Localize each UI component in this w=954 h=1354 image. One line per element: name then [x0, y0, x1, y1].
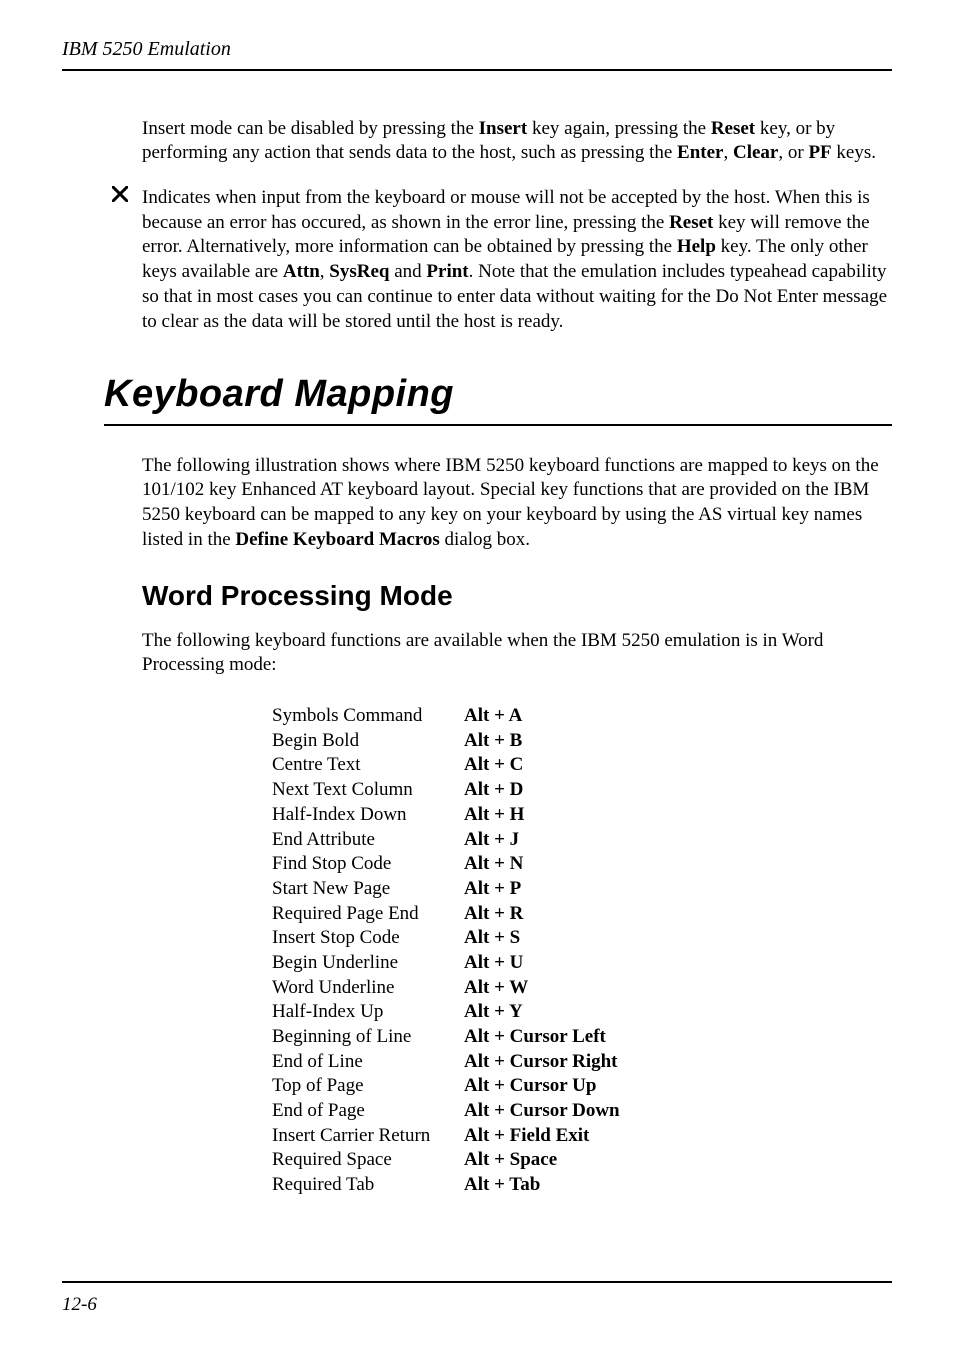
kbd-function-label: Required Space [272, 1148, 464, 1173]
kbd-function-label: End of Page [272, 1099, 464, 1124]
kbd-function-label: Symbols Command [272, 704, 464, 729]
kbd-row: Insert Stop CodeAlt + S [272, 926, 892, 951]
kbd-function-label: Required Tab [272, 1173, 464, 1198]
kbd-function-label: Begin Underline [272, 951, 464, 976]
footer-rule [62, 1281, 892, 1283]
kbd-key-combo: Alt + P [464, 877, 521, 902]
kbd-key-combo: Alt + Y [464, 1000, 523, 1025]
kbd-function-label: Half-Index Up [272, 1000, 464, 1025]
running-header-title: IBM 5250 Emulation [62, 38, 231, 60]
kbd-key-combo: Alt + Cursor Up [464, 1074, 596, 1099]
text: keys. [832, 142, 876, 163]
kbd-row: Word UnderlineAlt + W [272, 976, 892, 1001]
kbd-row: Beginning of LineAlt + Cursor Left [272, 1025, 892, 1050]
kbd-function-label: Find Stop Code [272, 852, 464, 877]
kbd-key-combo: Alt + Cursor Down [464, 1099, 620, 1124]
kbd-key-combo: Alt + Space [464, 1148, 557, 1173]
kbd-row: Centre TextAlt + C [272, 753, 892, 778]
key-reset: Reset [669, 212, 713, 233]
dialog-define-keyboard-macros: Define Keyboard Macros [235, 529, 439, 550]
page-number: 12-6 [62, 1294, 97, 1315]
subsection-desc: The following keyboard functions are ava… [142, 629, 892, 678]
kbd-key-combo: Alt + Field Exit [464, 1124, 589, 1149]
kbd-key-combo: Alt + Tab [464, 1173, 540, 1198]
text: , [320, 261, 330, 282]
kbd-function-label: End of Line [272, 1050, 464, 1075]
kbd-key-combo: Alt + R [464, 902, 523, 927]
kbd-row: End AttributeAlt + J [272, 828, 892, 853]
kbd-row: Insert Carrier ReturnAlt + Field Exit [272, 1124, 892, 1149]
kbd-key-combo: Alt + Cursor Right [464, 1050, 618, 1075]
key-sysreq: SysReq [329, 261, 389, 282]
kbd-row: Next Text ColumnAlt + D [272, 778, 892, 803]
key-attn: Attn [283, 261, 320, 282]
section-title-keyboard-mapping: Keyboard Mapping [104, 370, 892, 419]
kbd-function-label: Required Page End [272, 902, 464, 927]
kbd-key-combo: Alt + B [464, 729, 522, 754]
kbd-row: Half-Index UpAlt + Y [272, 1000, 892, 1025]
kbd-row: Start New PageAlt + P [272, 877, 892, 902]
page-footer: 12-6 [62, 1281, 892, 1318]
text: , or [778, 142, 808, 163]
kbd-row: Top of PageAlt + Cursor Up [272, 1074, 892, 1099]
kbd-row: Begin UnderlineAlt + U [272, 951, 892, 976]
kbd-row: End of PageAlt + Cursor Down [272, 1099, 892, 1124]
key-pf: PF [808, 142, 831, 163]
kbd-function-label: Word Underline [272, 976, 464, 1001]
kbd-key-combo: Alt + N [464, 852, 523, 877]
kbd-key-combo: Alt + J [464, 828, 519, 853]
kbd-key-combo: Alt + Cursor Left [464, 1025, 606, 1050]
kbd-row: Find Stop CodeAlt + N [272, 852, 892, 877]
kbd-function-label: Start New Page [272, 877, 464, 902]
kbd-function-label: Top of Page [272, 1074, 464, 1099]
x-icon [62, 186, 142, 202]
do-not-enter-bullet: Indicates when input from the keyboard o… [62, 186, 892, 334]
kbd-row: Required SpaceAlt + Space [272, 1148, 892, 1173]
bullet-text: Indicates when input from the keyboard o… [142, 186, 892, 334]
kbd-key-combo: Alt + A [464, 704, 522, 729]
kbd-row: Required Page EndAlt + R [272, 902, 892, 927]
kbd-function-label: Begin Bold [272, 729, 464, 754]
kbd-function-label: End Attribute [272, 828, 464, 853]
key-print: Print [426, 261, 468, 282]
keyboard-mapping-table: Symbols CommandAlt + ABegin BoldAlt + BC… [272, 704, 892, 1198]
text: dialog box. [440, 529, 530, 550]
text: and [389, 261, 426, 282]
text: key again, pressing the [527, 118, 711, 139]
kbd-key-combo: Alt + S [464, 926, 520, 951]
intro-paragraph: Insert mode can be disabled by pressing … [142, 117, 892, 166]
key-insert: Insert [479, 118, 528, 139]
text: , [723, 142, 733, 163]
key-reset: Reset [711, 118, 755, 139]
kbd-row: End of LineAlt + Cursor Right [272, 1050, 892, 1075]
kbd-function-label: Insert Stop Code [272, 926, 464, 951]
kbd-function-label: Insert Carrier Return [272, 1124, 464, 1149]
kbd-key-combo: Alt + H [464, 803, 524, 828]
kbd-function-label: Beginning of Line [272, 1025, 464, 1050]
running-header: IBM 5250 Emulation [62, 36, 892, 71]
kbd-row: Symbols CommandAlt + A [272, 704, 892, 729]
kbd-row: Half-Index DownAlt + H [272, 803, 892, 828]
kbd-key-combo: Alt + W [464, 976, 528, 1001]
kbd-key-combo: Alt + U [464, 951, 523, 976]
key-enter: Enter [677, 142, 723, 163]
key-help: Help [677, 236, 716, 257]
kbd-function-label: Centre Text [272, 753, 464, 778]
kbd-key-combo: Alt + D [464, 778, 523, 803]
kbd-row: Begin BoldAlt + B [272, 729, 892, 754]
text: Insert mode can be disabled by pressing … [142, 118, 479, 139]
section-paragraph: The following illustration shows where I… [142, 454, 892, 553]
kbd-function-label: Next Text Column [272, 778, 464, 803]
section-rule [104, 424, 892, 426]
kbd-function-label: Half-Index Down [272, 803, 464, 828]
kbd-row: Required TabAlt + Tab [272, 1173, 892, 1198]
kbd-key-combo: Alt + C [464, 753, 523, 778]
subsection-title-word-processing: Word Processing Mode [142, 578, 892, 614]
key-clear: Clear [733, 142, 778, 163]
